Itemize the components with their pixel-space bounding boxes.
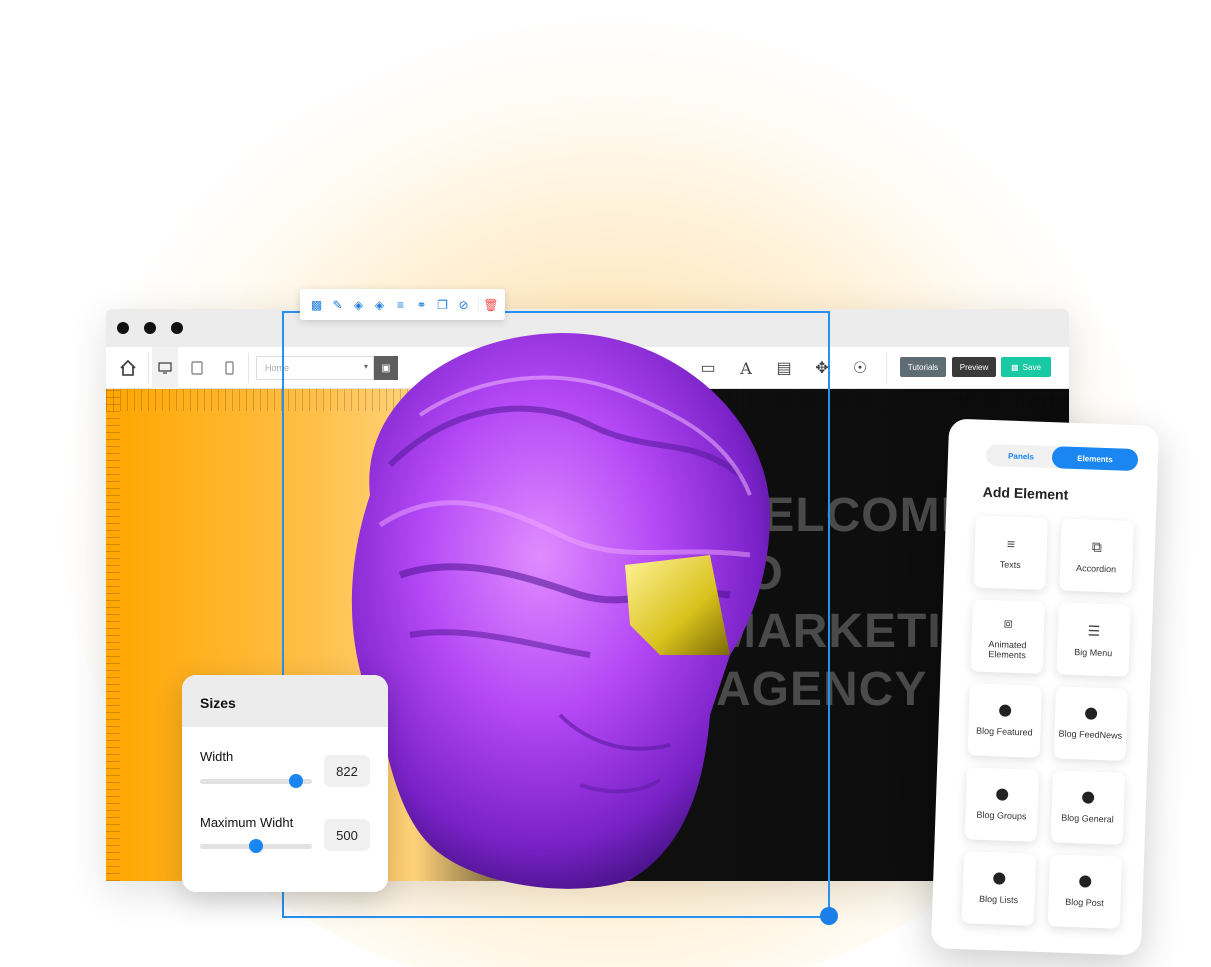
element-card[interactable]: Blog Groups <box>964 767 1040 842</box>
dot-icon <box>993 872 1006 885</box>
dot-icon <box>1079 875 1092 888</box>
element-card-label: Blog FeedNews <box>1058 728 1123 741</box>
window-maximize-dot[interactable] <box>171 322 183 334</box>
text-lines-icon: ≡ <box>1006 535 1016 552</box>
align-center-icon[interactable]: ≡ <box>390 298 411 312</box>
add-element-title: Add Element <box>982 483 1069 503</box>
elements-panel: Panels Elements Add Element ≡ Texts ⧉ Accor… <box>930 418 1160 956</box>
element-card[interactable]: ≡ Texts <box>973 515 1048 590</box>
layer-down-icon[interactable]: ◈ <box>369 298 390 312</box>
width-label: Width <box>200 749 234 764</box>
sizes-panel: Sizes Width 822 Maximum Widht 500 <box>182 675 388 892</box>
element-card-label: Blog Lists <box>978 893 1019 906</box>
home-icon[interactable] <box>114 347 142 389</box>
element-card-label: Blog Post <box>1065 896 1104 909</box>
pencil-icon[interactable]: ✎ <box>327 298 348 312</box>
preview-button[interactable]: Preview <box>952 357 996 377</box>
width-slider-track[interactable] <box>200 774 312 788</box>
element-card-label: Blog Featured <box>975 725 1033 738</box>
tutorials-button[interactable]: Tutorials <box>900 357 946 377</box>
element-card[interactable]: Blog General <box>1050 770 1126 845</box>
vertical-ruler <box>106 389 120 881</box>
accordion-icon: ⧉ <box>1091 538 1103 555</box>
dot-icon <box>996 788 1009 801</box>
tab-panels[interactable]: Panels <box>986 444 1057 468</box>
save-label: Save <box>1022 362 1041 372</box>
element-card-label: Blog General <box>1060 812 1114 825</box>
element-card[interactable]: Blog FeedNews <box>1053 686 1128 761</box>
max-width-slider-handle[interactable] <box>249 839 263 853</box>
element-card-label: Animated Elements <box>988 638 1027 660</box>
dot-icon <box>1084 707 1098 720</box>
resize-handle[interactable] <box>820 907 838 925</box>
element-card[interactable]: ⧈ Animated Elements <box>970 599 1045 674</box>
toolbar-divider <box>148 353 149 383</box>
layer-up-icon[interactable]: ◈ <box>348 298 369 312</box>
tablet-view-icon[interactable] <box>184 347 210 389</box>
element-card[interactable]: Blog Lists <box>961 851 1037 926</box>
max-width-slider-track[interactable] <box>200 839 312 853</box>
width-value-field[interactable]: 822 <box>324 755 370 787</box>
link-icon[interactable]: ⚭ <box>411 298 432 312</box>
dot-icon <box>998 704 1012 717</box>
toolbar-divider <box>248 353 249 383</box>
element-edit-toolbar: ▩ ✎ ◈ ◈ ≡ ⚭ ❐ ⊘ 🗑 <box>300 289 505 320</box>
animated-icon: ⧈ <box>1003 614 1013 631</box>
window-close-dot[interactable] <box>117 322 129 334</box>
menu-icon: ☰ <box>1087 621 1101 639</box>
element-card-label: Big Menu <box>1074 646 1113 658</box>
sizes-panel-title: Sizes <box>182 675 388 727</box>
width-slider-handle[interactable] <box>289 774 304 788</box>
element-card-label: Accordion <box>1075 562 1117 574</box>
save-icon[interactable]: ▩ <box>306 298 327 312</box>
toolbar-divider <box>886 353 887 383</box>
max-width-label: Maximum Widht <box>200 815 294 830</box>
panel-tabs: Panels Elements <box>985 443 1139 472</box>
element-card[interactable]: ⧉ Accordion <box>1059 518 1134 593</box>
tab-elements[interactable]: Elements <box>1051 446 1139 472</box>
max-width-value-field[interactable]: 500 <box>324 819 370 851</box>
save-button[interactable]: ▩ Save <box>1001 357 1051 377</box>
window-minimize-dot[interactable] <box>144 322 156 334</box>
element-card-label: Blog Groups <box>976 809 1027 822</box>
hero-illustration: Home ▾ ▣ ▭ A ▤ ✥ ☉ Tutorials Preview ▩ Sa… <box>0 0 1211 967</box>
mobile-view-icon[interactable] <box>216 347 242 389</box>
element-card-label: Texts <box>999 559 1021 571</box>
eye-icon[interactable]: ☉ <box>848 347 872 389</box>
element-card[interactable]: Blog Featured <box>967 683 1043 758</box>
trash-icon[interactable]: 🗑 <box>478 297 499 312</box>
dot-icon <box>1081 791 1095 804</box>
element-card[interactable]: Blog Post <box>1047 854 1123 929</box>
desktop-view-icon[interactable] <box>152 347 178 389</box>
element-card[interactable]: ☰ Big Menu <box>1056 602 1131 677</box>
unlink-icon[interactable]: ⊘ <box>453 298 474 312</box>
duplicate-icon[interactable]: ❐ <box>432 298 453 312</box>
save-icon: ▩ <box>1011 362 1019 372</box>
